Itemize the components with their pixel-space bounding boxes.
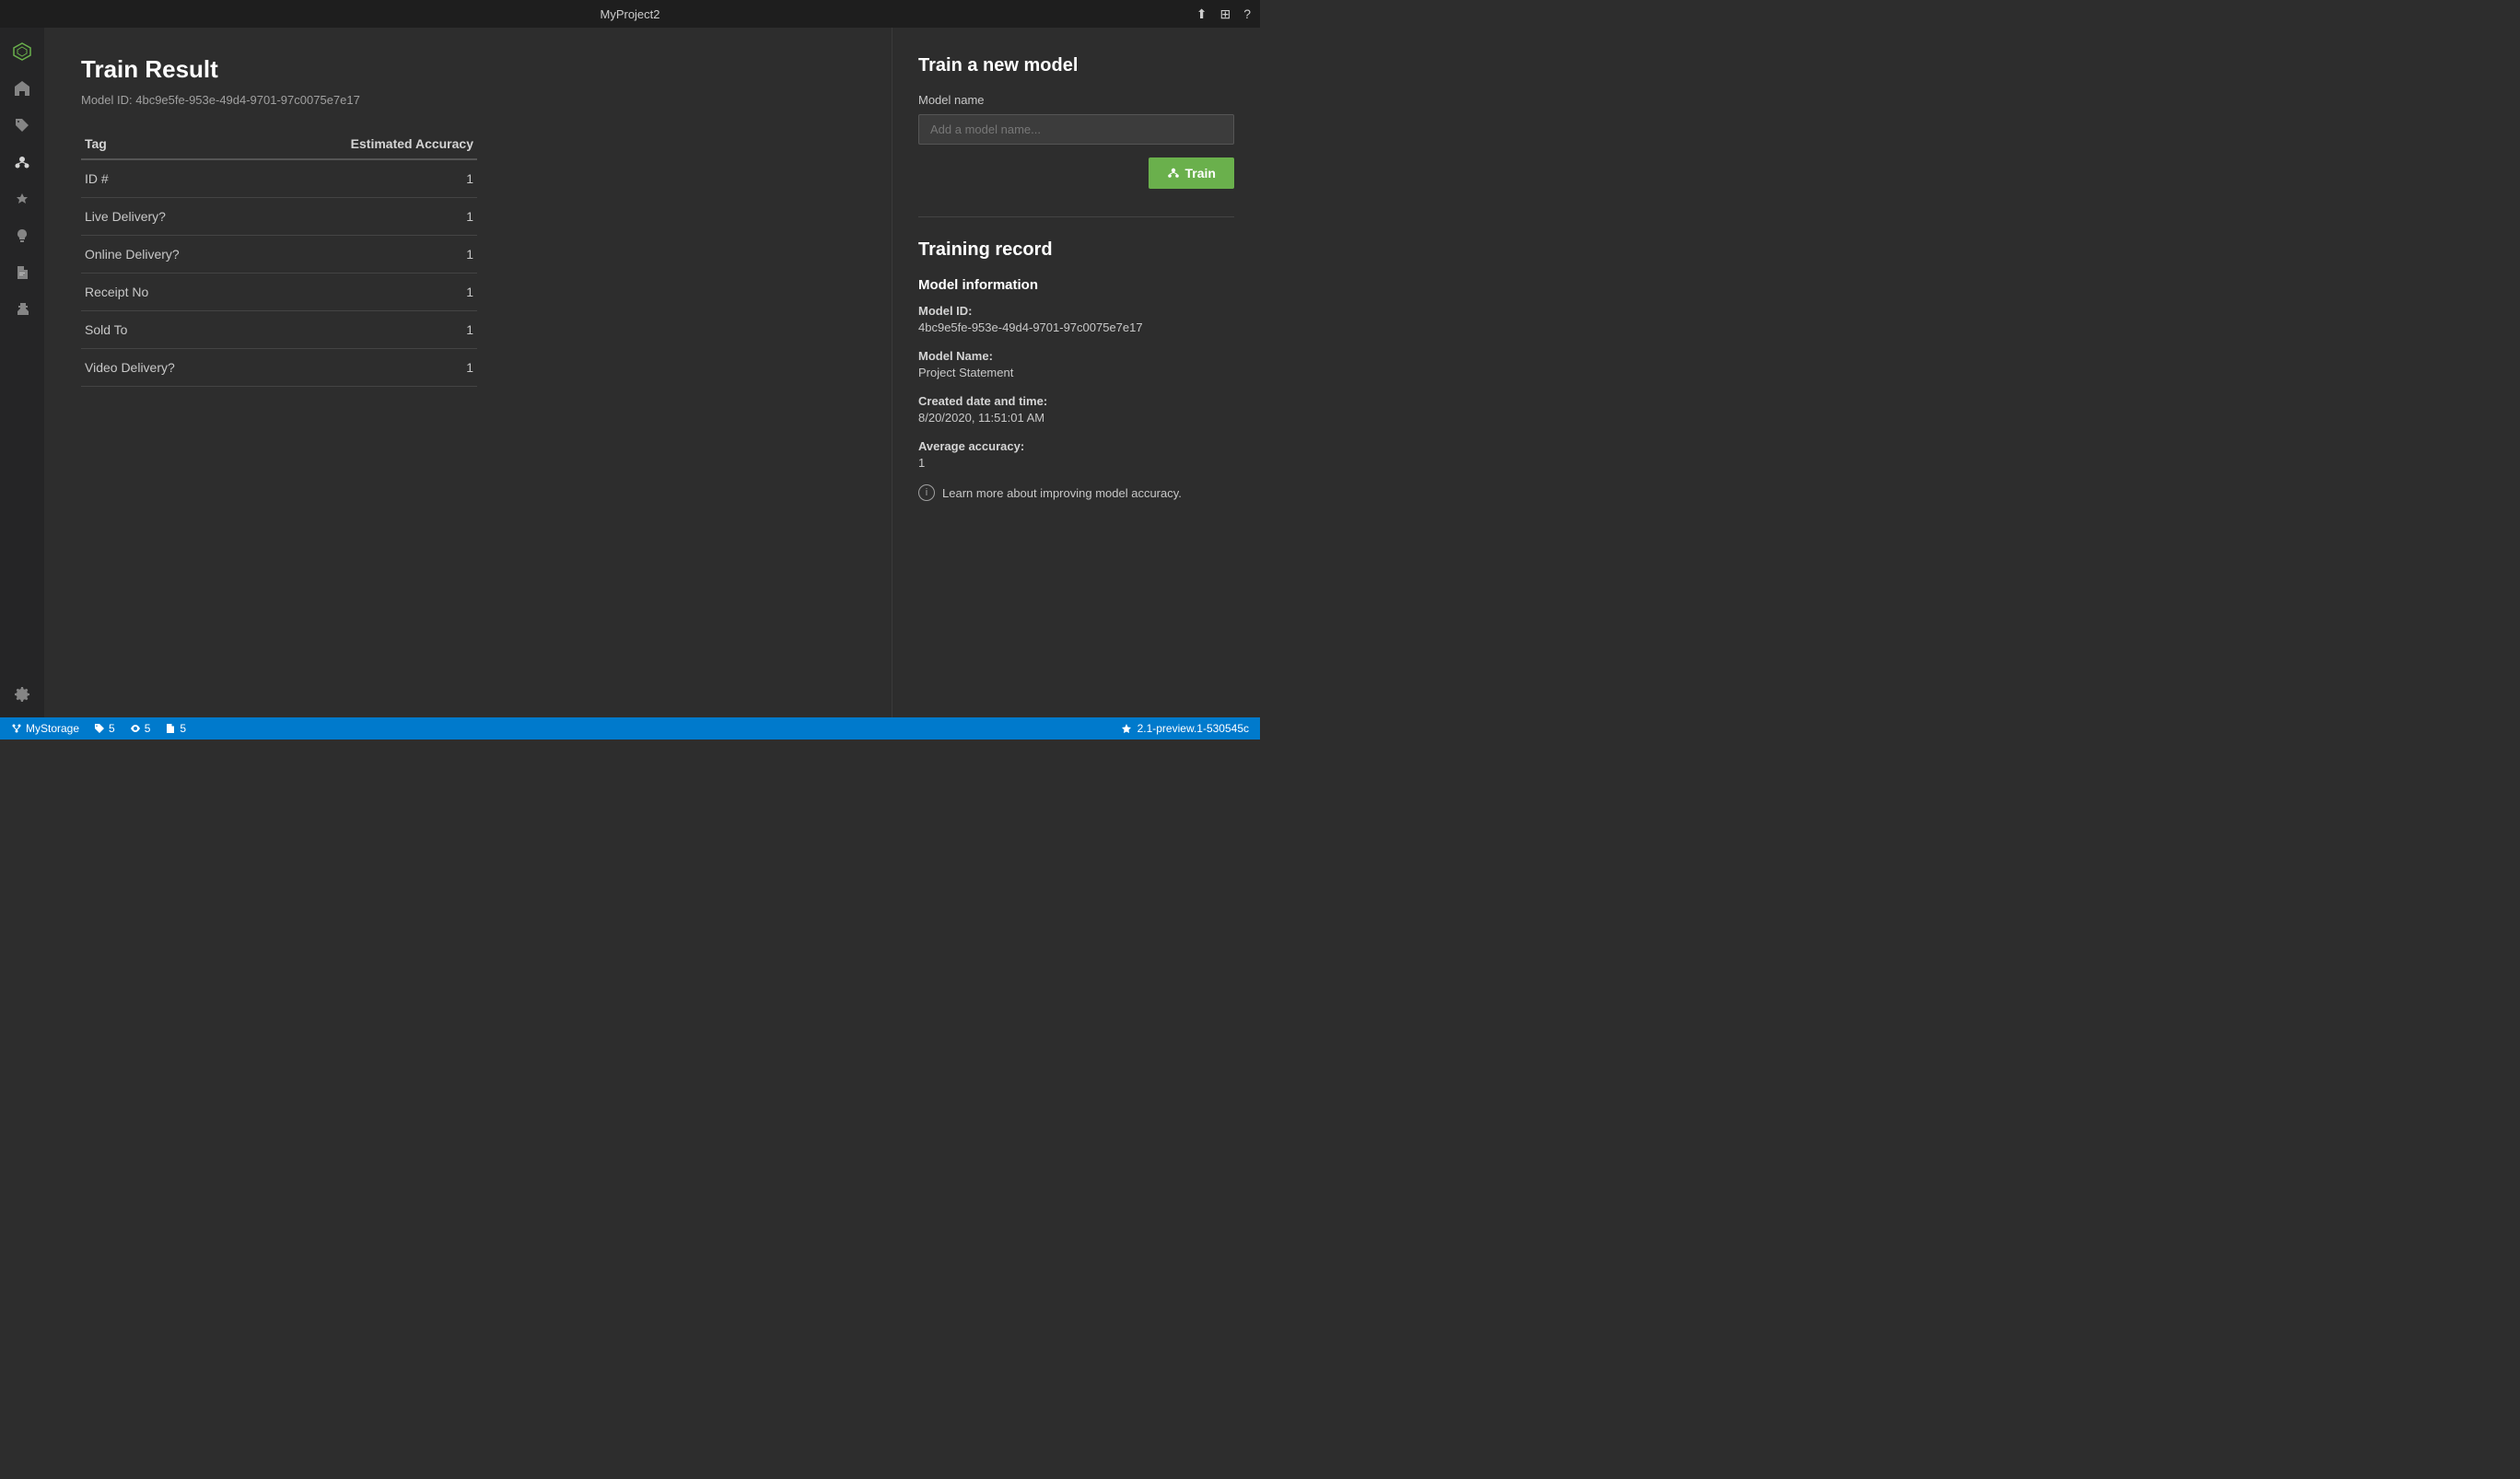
sidebar-item-connections[interactable]	[6, 182, 39, 215]
share-icon[interactable]: ⬆	[1196, 6, 1208, 22]
titlebar: MyProject2 ⬆ ⊞ ?	[0, 0, 1260, 28]
new-model-section: Train a new model Model name Train	[918, 55, 1234, 189]
table-row: Receipt No 1	[81, 274, 477, 311]
main-panel: Train Result Model ID: 4bc9e5fe-953e-49d…	[44, 28, 892, 717]
sidebar	[0, 28, 44, 717]
col-accuracy: Estimated Accuracy	[255, 129, 477, 159]
created-row: Created date and time: 8/20/2020, 11:51:…	[918, 394, 1234, 425]
right-panel: Train a new model Model name Train	[892, 28, 1260, 717]
statusbar-right: 2.1-preview.1-530545c	[1121, 722, 1249, 735]
train-button-label: Train	[1185, 166, 1216, 181]
model-id-row: Model ID: 4bc9e5fe-953e-49d4-9701-97c007…	[918, 304, 1234, 334]
statusbar-left: MyStorage 5 5 5	[11, 722, 186, 735]
train-icon	[1167, 167, 1180, 180]
version-icon	[1121, 723, 1132, 734]
tag-cell: Live Delivery?	[81, 198, 255, 236]
accuracy-cell: 1	[255, 198, 477, 236]
tag-cell: Receipt No	[81, 274, 255, 311]
results-table: Tag Estimated Accuracy ID # 1 Live Deliv…	[81, 129, 477, 387]
section-divider	[918, 216, 1234, 217]
tag-cell: ID #	[81, 159, 255, 198]
model-info-title: Model information	[918, 277, 1234, 293]
sidebar-item-settings[interactable]	[6, 677, 39, 710]
docs-count: 5	[180, 722, 186, 735]
info-icon: i	[918, 484, 935, 501]
model-name-record-key: Model Name:	[918, 349, 1234, 363]
titlebar-actions: ⬆ ⊞ ?	[1196, 6, 1251, 22]
table-row: Sold To 1	[81, 311, 477, 349]
storage-item: MyStorage	[11, 722, 79, 735]
accuracy-cell: 1	[255, 159, 477, 198]
layout-icon[interactable]: ⊞	[1219, 6, 1231, 22]
storage-name: MyStorage	[26, 722, 79, 735]
table-row: ID # 1	[81, 159, 477, 198]
eye-icon	[130, 723, 141, 734]
docs-count-item: 5	[165, 722, 186, 735]
model-id-val: 4bc9e5fe-953e-49d4-9701-97c0075e7e17	[918, 320, 1234, 334]
statusbar: MyStorage 5 5 5 2.1-preview.1-530545c	[0, 717, 1260, 740]
accuracy-cell: 1	[255, 349, 477, 387]
table-header-row: Tag Estimated Accuracy	[81, 129, 477, 159]
avg-accuracy-key: Average accuracy:	[918, 439, 1234, 453]
accuracy-cell: 1	[255, 311, 477, 349]
table-row: Video Delivery? 1	[81, 349, 477, 387]
model-name-row: Model Name: Project Statement	[918, 349, 1234, 379]
branch-icon	[11, 723, 22, 734]
avg-accuracy-val: 1	[918, 456, 1234, 470]
col-tag: Tag	[81, 129, 255, 159]
created-key: Created date and time:	[918, 394, 1234, 408]
tag-cell: Video Delivery?	[81, 349, 255, 387]
doc-small-icon	[165, 723, 176, 734]
training-record-heading: Training record	[918, 239, 1234, 261]
training-record-section: Training record Model information Model …	[918, 239, 1234, 501]
avg-accuracy-row: Average accuracy: 1	[918, 439, 1234, 470]
created-val: 8/20/2020, 11:51:01 AM	[918, 411, 1234, 425]
new-model-heading: Train a new model	[918, 55, 1234, 76]
sidebar-item-train[interactable]	[6, 146, 39, 179]
connections-count-item: 5	[130, 722, 151, 735]
model-name-record-val: Project Statement	[918, 366, 1234, 379]
model-name-input[interactable]	[918, 114, 1234, 145]
accuracy-cell: 1	[255, 236, 477, 274]
train-button[interactable]: Train	[1149, 157, 1234, 189]
table-row: Live Delivery? 1	[81, 198, 477, 236]
sidebar-item-home[interactable]	[6, 72, 39, 105]
version-text: 2.1-preview.1-530545c	[1138, 722, 1249, 735]
accuracy-cell: 1	[255, 274, 477, 311]
sidebar-item-lightbulb[interactable]	[6, 219, 39, 252]
learn-more-row: i Learn more about improving model accur…	[918, 484, 1234, 501]
logo-icon	[6, 35, 39, 68]
sidebar-item-docs[interactable]	[6, 256, 39, 289]
connections-count: 5	[145, 722, 151, 735]
model-id-display: Model ID: 4bc9e5fe-953e-49d4-9701-97c007…	[81, 93, 855, 107]
table-row: Online Delivery? 1	[81, 236, 477, 274]
content-area: Train Result Model ID: 4bc9e5fe-953e-49d…	[44, 28, 1260, 717]
sidebar-item-tags[interactable]	[6, 109, 39, 142]
app-body: Train Result Model ID: 4bc9e5fe-953e-49d…	[0, 28, 1260, 717]
tag-cell: Sold To	[81, 311, 255, 349]
tag-small-icon	[94, 723, 105, 734]
help-icon[interactable]: ?	[1243, 6, 1251, 22]
app-title: MyProject2	[600, 7, 659, 21]
learn-more-text[interactable]: Learn more about improving model accurac…	[942, 486, 1182, 500]
tag-cell: Online Delivery?	[81, 236, 255, 274]
model-name-label: Model name	[918, 93, 1234, 107]
tags-count-item: 5	[94, 722, 115, 735]
sidebar-item-plugins[interactable]	[6, 293, 39, 326]
page-title: Train Result	[81, 55, 855, 84]
model-id-key: Model ID:	[918, 304, 1234, 318]
tags-count: 5	[109, 722, 115, 735]
